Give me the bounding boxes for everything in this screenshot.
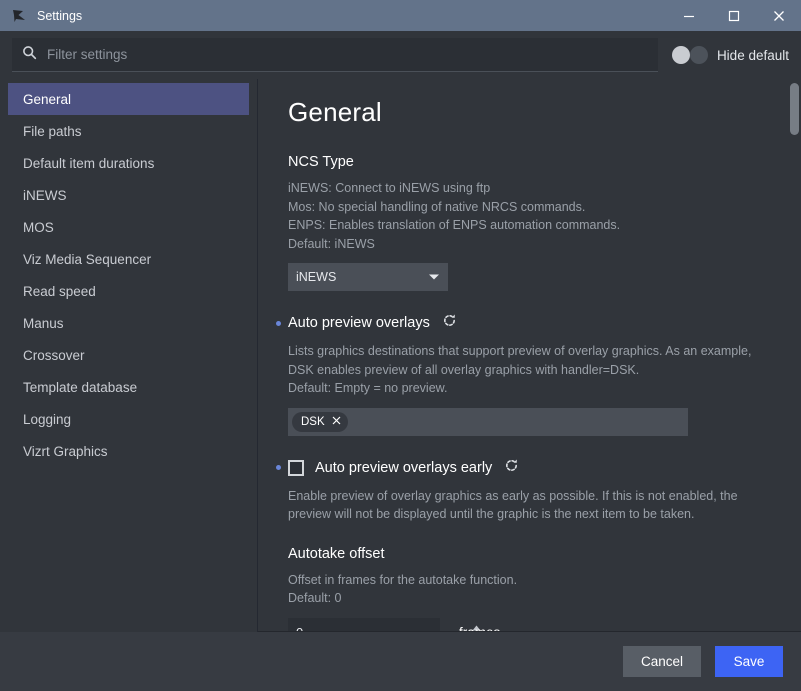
maximize-icon[interactable] <box>711 0 756 31</box>
section-ncs-type: NCS Type iNEWS: Connect to iNEWS using f… <box>288 154 767 291</box>
toggle-knob <box>671 46 690 64</box>
section-title: Autotake offset <box>288 545 385 562</box>
search-icon <box>22 45 37 65</box>
sidebar-item-label: Viz Media Sequencer <box>23 251 152 267</box>
section-description: Enable preview of overlay graphics as ea… <box>288 487 767 524</box>
sidebar-item-crossover[interactable]: Crossover <box>8 339 249 371</box>
section-description: Lists graphics destinations that support… <box>288 342 767 398</box>
sidebar-item-label: File paths <box>23 123 82 139</box>
sidebar-item-label: Manus <box>23 315 64 331</box>
content-scrollbar[interactable] <box>790 79 799 631</box>
sidebar-item-logging[interactable]: Logging <box>8 403 249 435</box>
page-title: General <box>288 97 382 127</box>
autotake-offset-input[interactable] <box>296 624 472 631</box>
autotake-offset-row: frames <box>288 617 767 631</box>
autotake-offset-unit-label: frames <box>459 625 500 631</box>
section-auto-preview-overlays: Auto preview overlays Lists graphics des… <box>276 313 767 436</box>
sidebar-item-inews[interactable]: iNEWS <box>8 179 249 211</box>
search-input[interactable] <box>47 47 648 62</box>
section-header: Auto preview overlays <box>276 313 767 333</box>
close-icon[interactable] <box>756 0 801 31</box>
modified-bullet-icon <box>276 465 281 470</box>
restart-required-icon <box>442 313 457 333</box>
sidebar-item-vizrt-graphics[interactable]: Vizrt Graphics <box>8 435 249 467</box>
sidebar-item-label: Crossover <box>23 347 85 363</box>
section-autotake-offset: Autotake offset Offset in frames for the… <box>288 546 767 631</box>
cancel-button[interactable]: Cancel <box>622 646 701 677</box>
description-line: DSK enables preview of all overlay graph… <box>288 362 640 377</box>
sidebar-item-template-database[interactable]: Template database <box>8 371 249 403</box>
scrollbar-thumb[interactable] <box>790 83 799 135</box>
auto-preview-overlays-tag-field[interactable]: DSK <box>288 407 688 436</box>
tag-chip-label: DSK <box>301 415 325 428</box>
description-line: preview will not be displayed until the … <box>288 507 695 521</box>
section-description: iNEWS: Connect to iNEWS using ftp Mos: N… <box>288 179 767 253</box>
hide-default-control[interactable]: Hide default <box>671 46 789 64</box>
sidebar-item-file-paths[interactable]: File paths <box>8 115 249 147</box>
description-line: Default: iNEWS <box>288 236 375 251</box>
section-description: Offset in frames for the autotake functi… <box>288 571 767 608</box>
sidebar-item-label: Default item durations <box>23 155 155 171</box>
settings-content-panel: General NCS Type iNEWS: Connect to iNEWS… <box>258 79 801 632</box>
remove-tag-icon[interactable] <box>332 416 341 428</box>
description-line: Default: Empty = no preview. <box>288 381 448 395</box>
section-header: Auto preview overlays early <box>276 458 767 478</box>
description-line: ENPS: Enables translation of ENPS automa… <box>288 218 621 232</box>
window-controls <box>666 0 801 31</box>
section-title: Auto preview overlays early <box>315 459 493 476</box>
search-field[interactable] <box>12 38 658 72</box>
dialog-footer: Cancel Save <box>0 632 801 691</box>
description-line: Enable preview of overlay graphics as ea… <box>288 488 738 503</box>
hide-default-label: Hide default <box>716 47 789 63</box>
window-titlebar: Settings <box>0 0 801 31</box>
restart-required-icon <box>504 458 519 478</box>
sidebar-item-label: Read speed <box>23 283 96 299</box>
description-line: Lists graphics destinations that support… <box>288 344 752 358</box>
section-header: Autotake offset <box>288 546 767 562</box>
app-logo-icon <box>10 7 28 25</box>
description-line: iNEWS: Connect to iNEWS using ftp <box>288 181 491 195</box>
sidebar-item-label: General <box>23 91 72 107</box>
sidebar-item-viz-media-sequencer[interactable]: Viz Media Sequencer <box>8 243 249 275</box>
settings-content: General NCS Type iNEWS: Connect to iNEWS… <box>258 79 801 631</box>
ncs-type-select[interactable]: iNEWS <box>288 263 448 291</box>
auto-preview-overlays-early-row[interactable]: Auto preview overlays early <box>288 459 493 476</box>
section-auto-preview-overlays-early: Auto preview overlays early Enable previ… <box>276 458 767 524</box>
description-line: Mos: No special handling of native NRCS … <box>288 199 586 214</box>
sidebar-item-label: Vizrt Graphics <box>23 443 108 459</box>
section-title: NCS Type <box>288 154 354 170</box>
sidebar-item-default-item-durations[interactable]: Default item durations <box>8 147 249 179</box>
save-button[interactable]: Save <box>715 646 783 677</box>
chevron-down-icon <box>428 270 440 284</box>
sidebar-item-manus[interactable]: Manus <box>8 307 249 339</box>
window-title: Settings <box>37 8 83 23</box>
toggle-track <box>689 46 708 64</box>
filter-toolbar: Hide default <box>0 31 801 79</box>
section-header: NCS Type <box>288 154 767 170</box>
autotake-offset-spinner[interactable] <box>288 617 481 631</box>
sidebar-item-label: iNEWS <box>23 187 67 203</box>
sidebar-item-label: MOS <box>23 219 54 235</box>
sidebar-item-read-speed[interactable]: Read speed <box>8 275 249 307</box>
settings-sidebar: General File paths Default item duration… <box>0 79 258 632</box>
minimize-icon[interactable] <box>666 0 711 31</box>
section-title: Auto preview overlays <box>288 315 430 331</box>
description-line: Offset in frames for the autotake functi… <box>288 572 518 587</box>
description-line: Default: 0 <box>288 591 342 605</box>
modified-bullet-icon <box>276 320 281 326</box>
hide-default-toggle[interactable] <box>671 46 708 64</box>
sidebar-item-general[interactable]: General <box>8 83 249 115</box>
ncs-type-selected-value: iNEWS <box>296 270 337 284</box>
dialog-body: General File paths Default item duration… <box>0 79 801 632</box>
sidebar-item-label: Template database <box>23 379 138 395</box>
auto-preview-overlays-early-checkbox[interactable] <box>288 459 304 476</box>
sidebar-item-mos[interactable]: MOS <box>8 211 249 243</box>
sidebar-item-label: Logging <box>23 411 72 427</box>
tag-chip[interactable]: DSK <box>292 411 348 432</box>
